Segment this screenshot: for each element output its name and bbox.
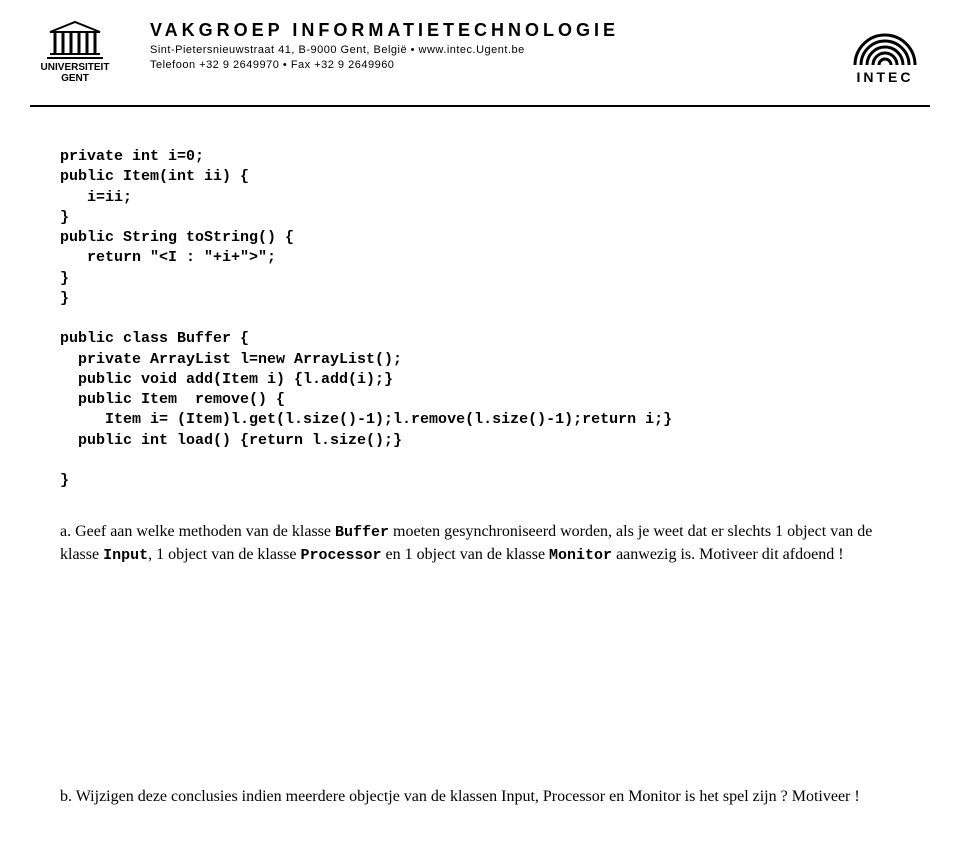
qa-mid2: , 1 object van de klasse	[148, 546, 300, 563]
qa-input: Input	[103, 547, 148, 564]
qa-mid3: en 1 object van de klasse	[382, 546, 550, 563]
question-a: a. Geef aan welke methoden van de klasse…	[60, 521, 900, 566]
dept-title: VAKGROEP INFORMATIETECHNOLOGIE	[150, 20, 840, 41]
question-b: b. Wijzigen deze conclusies indien meerd…	[60, 786, 900, 808]
qa-prefix: a. Geef aan welke methoden van de klasse	[60, 523, 335, 540]
address-line: Sint-Pietersnieuwstraat 41, B-9000 Gent,…	[150, 43, 840, 58]
intec-label: INTEC	[857, 69, 914, 85]
uni-name-line2: GENT	[41, 73, 110, 84]
temple-icon	[45, 20, 105, 60]
qa-processor: Processor	[301, 547, 382, 564]
qa-buffer: Buffer	[335, 524, 389, 541]
header-text-block: VAKGROEP INFORMATIETECHNOLOGIE Sint-Piet…	[120, 20, 840, 74]
code-block: private int i=0; public Item(int ii) { i…	[60, 147, 900, 491]
page-header: UNIVERSITEIT GENT VAKGROEP INFORMATIETEC…	[0, 0, 960, 95]
rainbow-icon	[850, 25, 920, 65]
ugent-logo: UNIVERSITEIT GENT	[30, 20, 120, 84]
intec-logo: INTEC	[840, 20, 930, 85]
qa-tail: aanwezig is. Motiveer dit afdoend !	[612, 546, 843, 563]
tel-line: Telefoon +32 9 2649970 • Fax +32 9 26499…	[150, 58, 840, 73]
uni-name-line1: UNIVERSITEIT	[41, 62, 110, 73]
content-area: private int i=0; public Item(int ii) { i…	[0, 107, 960, 837]
qa-monitor: Monitor	[549, 547, 612, 564]
